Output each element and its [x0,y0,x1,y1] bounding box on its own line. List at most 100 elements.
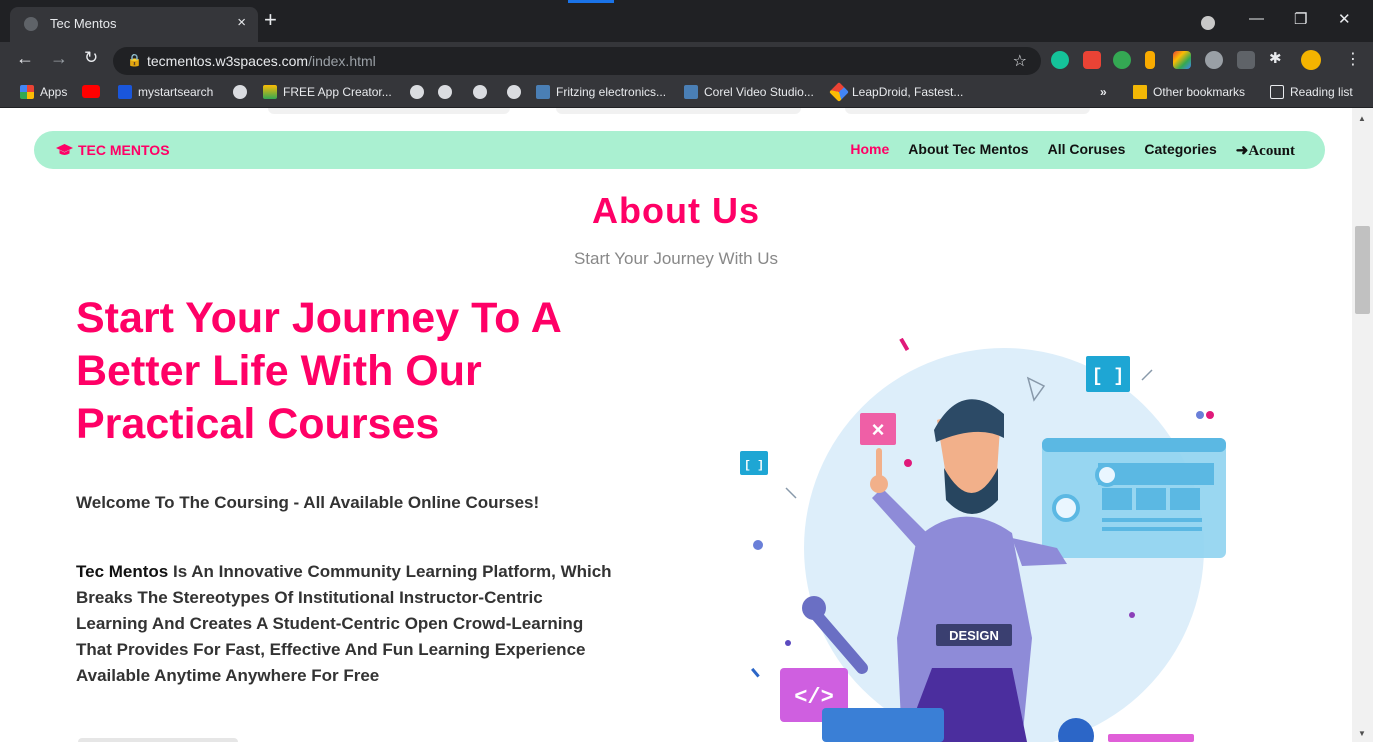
back-icon[interactable]: ← [16,48,34,69]
bookmark-label: Apps [40,85,68,99]
puzzle-icon[interactable]: ✱ [1269,49,1287,67]
section-subtitle: Start Your Journey With Us [573,249,779,268]
hero-heading: Start Your Journey To A Better Life With… [76,294,561,448]
globe-icon [438,85,452,99]
bookmark-label: Corel Video Studio... [704,85,814,99]
extension-icon[interactable] [1205,51,1223,69]
window-line [1102,518,1202,522]
wrench-head [802,596,826,620]
other-bookmarks[interactable]: Other bookmarks [1133,85,1245,99]
dot-shape [785,640,791,646]
tab-close-icon[interactable]: × [237,14,246,31]
bookmark-globe[interactable] [507,85,521,99]
download-extension-icon[interactable] [1083,51,1101,69]
kebab-menu-icon[interactable]: ⋮ [1345,49,1361,69]
brand-logo[interactable]: TEC MENTOS [56,142,170,158]
window-line [1102,527,1202,531]
reading-list[interactable]: Reading list [1270,85,1353,99]
bookmark-free-app-creator[interactable]: FREE App Creator... [263,85,392,99]
browser-tab[interactable]: Tec Mentos × [10,7,258,42]
close-window-icon[interactable]: ✕ [1338,10,1351,28]
description-text: Tec Mentos Is An Innovative Community Le… [76,559,616,689]
section-title: About Us [592,190,760,231]
url-path: /index.html [308,53,376,69]
nav-home[interactable]: Home [850,141,889,160]
bookmark-star-icon[interactable]: ☆ [1013,51,1027,71]
folder-icon [1133,85,1147,99]
bookmark-youtube[interactable] [82,85,100,98]
graduation-cap-icon [56,144,73,155]
bookmark-leapdroid[interactable]: LeapDroid, Fastest... [829,82,964,102]
globe-icon [473,85,487,99]
extension-icon[interactable] [1113,51,1131,69]
code-symbol: </> [794,685,834,710]
bookmark-label: LeapDroid, Fastest... [852,85,964,99]
address-bar[interactable]: 🔒 tecmentos.w3spaces.com/index.html ☆ [113,47,1041,75]
page-viewport: TEC MENTOS Home About Tec Mentos All Cor… [0,108,1352,742]
youtube-icon [82,85,100,98]
description-brand: Tec Mentos [76,562,169,581]
dot-shape [753,540,763,550]
scroll-down-arrow-icon[interactable]: ▼ [1358,729,1366,738]
avatar[interactable] [1301,50,1321,70]
nav-account[interactable]: ➜Acount [1236,141,1295,160]
dot-shape [1129,612,1135,618]
nav-about[interactable]: About Tec Mentos [908,141,1028,160]
bookmark-globe[interactable] [410,85,424,99]
tab-hover-ghost [845,108,1090,114]
browser-tab-strip: Tec Mentos × + — ❐ ✕ [0,0,1373,42]
bookmark-globe[interactable] [438,85,452,99]
nav-all-courses[interactable]: All Coruses [1048,141,1126,160]
extension-icon[interactable] [1145,51,1155,69]
app-creator-icon [263,85,277,99]
extension-icon[interactable] [1173,51,1191,69]
page-scrollbar[interactable]: ▲ ▼ [1352,108,1373,742]
browser-toolbar: ← → ↻ 🔒 tecmentos.w3spaces.com/index.htm… [0,42,1373,78]
brand-name: TEC MENTOS [78,142,170,158]
forward-icon[interactable]: → [50,48,68,69]
tab-title: Tec Mentos [50,16,117,31]
scroll-thumb[interactable] [1355,226,1370,314]
globe-icon [410,85,424,99]
dot-shape [904,459,912,467]
fritzing-icon [536,85,550,99]
minimize-icon[interactable]: — [1249,10,1264,27]
new-tab-button[interactable]: + [264,9,277,31]
line-mark [785,487,797,499]
window-block [1170,488,1200,510]
dot-shape [1196,411,1204,419]
bookmark-fritzing[interactable]: Fritzing electronics... [536,85,666,99]
bookmark-label: Other bookmarks [1153,85,1246,99]
bookmark-corel[interactable]: Corel Video Studio... [684,85,814,99]
toggle-circle [1052,494,1080,522]
bracket-symbol: [ ] [1092,367,1124,387]
dot-shape [1206,411,1214,419]
tab-hover-ghost [556,108,801,114]
toggle-circle [1095,463,1119,487]
bookmarks-bar: Apps mystartsearch FREE App Creator... F… [0,78,1373,108]
globe-icon [507,85,521,99]
scroll-up-arrow-icon[interactable]: ▲ [1358,114,1366,123]
account-label: Acount [1248,143,1295,159]
grammarly-extension-icon[interactable] [1051,51,1069,69]
confetti-shape [751,667,760,678]
person-finger [876,448,882,478]
confetti-shape [899,338,910,352]
url-text[interactable]: tecmentos.w3spaces.com/index.html [147,53,376,69]
bookmark-apps[interactable]: Apps [20,85,67,99]
cta-button-partial[interactable] [78,738,238,742]
video-box [1108,734,1194,742]
bookmark-globe[interactable] [473,85,487,99]
nav-categories[interactable]: Categories [1144,141,1216,160]
extension-icon[interactable] [1237,51,1255,69]
restore-icon[interactable]: ❐ [1294,10,1307,28]
bookmark-label: FREE App Creator... [283,85,392,99]
bookmark-label: Reading list [1290,85,1353,99]
tab-hover-ghost [268,108,510,114]
bookmarks-overflow-button[interactable]: » [1100,85,1107,99]
reload-icon[interactable]: ↻ [84,48,98,68]
bookmark-mystartsearch[interactable]: mystartsearch [118,85,213,99]
tab-search-icon[interactable] [1201,16,1215,30]
bookmark-globe[interactable] [233,85,247,99]
apps-grid-icon [20,85,34,99]
